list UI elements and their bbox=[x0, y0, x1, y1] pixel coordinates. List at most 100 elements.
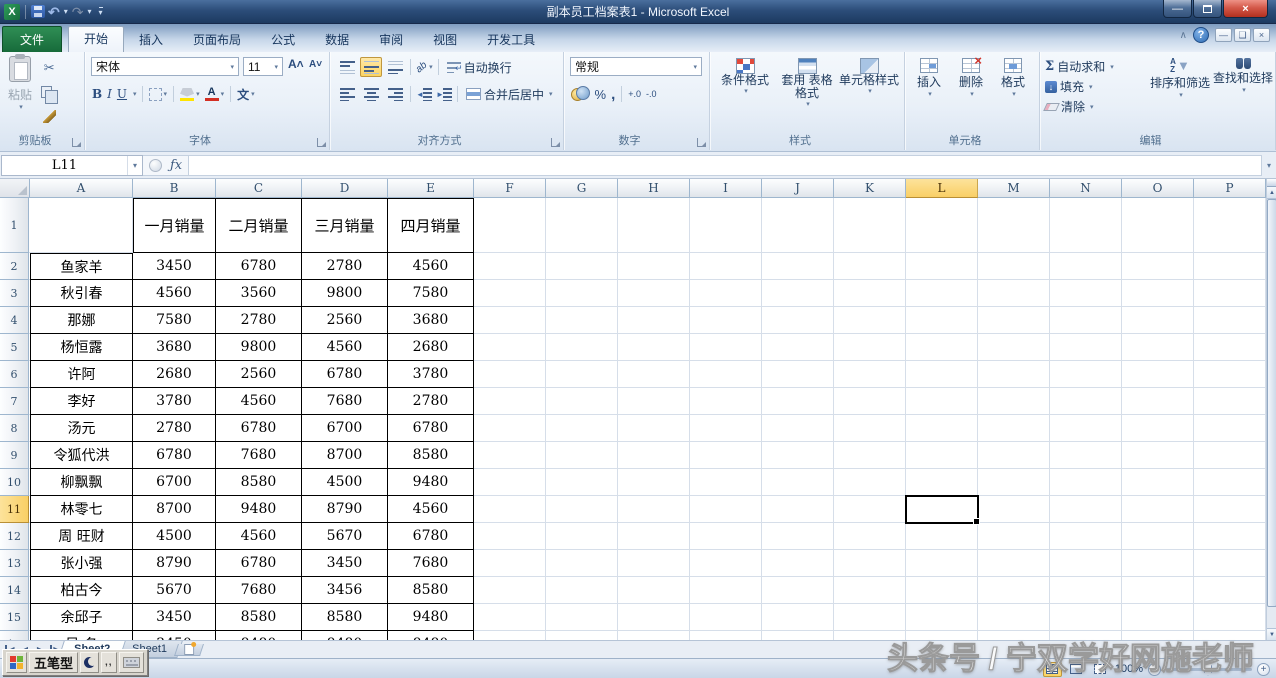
vertical-scroll-thumb[interactable] bbox=[1267, 199, 1276, 607]
save-icon[interactable] bbox=[31, 5, 45, 18]
font-dialog-launcher[interactable] bbox=[317, 138, 326, 147]
workbook-close-button[interactable]: × bbox=[1253, 28, 1270, 42]
increase-decimal-button[interactable]: +.0 bbox=[627, 84, 642, 104]
redo-icon[interactable]: ↷ bbox=[72, 6, 84, 18]
cell-B16[interactable]: 3450 bbox=[133, 631, 216, 640]
cell-D6[interactable]: 6780 bbox=[302, 361, 388, 388]
fill-button[interactable]: ↓ 填充▾ bbox=[1045, 78, 1093, 95]
ime-punctuation-button[interactable]: ,, bbox=[101, 652, 117, 673]
cell-C5[interactable]: 9800 bbox=[216, 334, 302, 361]
cell-E11[interactable]: 4560 bbox=[388, 496, 474, 523]
paste-button[interactable]: 粘贴 ▾ bbox=[3, 56, 37, 134]
cell-B9[interactable]: 6780 bbox=[133, 442, 216, 469]
font-name-select[interactable]: 宋体▾ bbox=[91, 57, 239, 76]
cell-B15[interactable]: 3450 bbox=[133, 604, 216, 631]
cell-B1[interactable]: 一月销量 bbox=[133, 198, 216, 253]
underline-button[interactable]: U bbox=[116, 84, 128, 104]
grow-font-button[interactable]: A˄ bbox=[288, 57, 304, 71]
zoom-slider[interactable] bbox=[1166, 668, 1252, 671]
cell-B10[interactable]: 6700 bbox=[133, 469, 216, 496]
cell-E12[interactable]: 6780 bbox=[388, 523, 474, 550]
cell-D4[interactable]: 2560 bbox=[302, 307, 388, 334]
row-header-15[interactable]: 15 bbox=[0, 604, 29, 631]
cell-C8[interactable]: 6780 bbox=[216, 415, 302, 442]
cell-A5[interactable]: 杨恒露 bbox=[30, 334, 133, 361]
cell-D3[interactable]: 9800 bbox=[302, 280, 388, 307]
scroll-up-icon[interactable]: ▲ bbox=[1267, 187, 1276, 199]
column-header-A[interactable]: A bbox=[30, 179, 133, 198]
column-header-C[interactable]: C bbox=[216, 179, 302, 198]
cell-E15[interactable]: 9480 bbox=[388, 604, 474, 631]
split-handle[interactable] bbox=[1267, 179, 1276, 187]
copy-button[interactable]: ▾ bbox=[40, 82, 59, 102]
cell-C7[interactable]: 4560 bbox=[216, 388, 302, 415]
cell-A12[interactable]: 周 旺财 bbox=[30, 523, 133, 550]
align-middle-button[interactable] bbox=[360, 57, 382, 77]
ime-fullwidth-button[interactable] bbox=[80, 652, 99, 673]
row-header-8[interactable]: 8 bbox=[0, 415, 29, 442]
accounting-format-button[interactable]: ▾ bbox=[570, 84, 591, 104]
cell-E7[interactable]: 2780 bbox=[388, 388, 474, 415]
wrap-text-button[interactable]: 自动换行 bbox=[443, 57, 516, 77]
cell-E5[interactable]: 2680 bbox=[388, 334, 474, 361]
cell-B2[interactable]: 3450 bbox=[133, 253, 216, 280]
row-header-4[interactable]: 4 bbox=[0, 307, 29, 334]
cell-E4[interactable]: 3680 bbox=[388, 307, 474, 334]
help-icon[interactable]: ? bbox=[1193, 27, 1209, 43]
cell-A3[interactable]: 秋引春 bbox=[30, 280, 133, 307]
cell-C12[interactable]: 4560 bbox=[216, 523, 302, 550]
column-header-G[interactable]: G bbox=[546, 179, 618, 198]
cell-E14[interactable]: 8580 bbox=[388, 577, 474, 604]
conditional-formatting-button[interactable]: 条件格式 ▾ bbox=[714, 58, 776, 95]
number-dialog-launcher[interactable] bbox=[697, 138, 706, 147]
column-header-M[interactable]: M bbox=[978, 179, 1050, 198]
cell-D10[interactable]: 4500 bbox=[302, 469, 388, 496]
workbook-minimize-button[interactable]: — bbox=[1215, 28, 1232, 42]
cell-B7[interactable]: 3780 bbox=[133, 388, 216, 415]
shrink-font-button[interactable]: A˅ bbox=[309, 59, 322, 70]
bold-button[interactable]: B bbox=[91, 84, 103, 104]
ribbon-tab-视图[interactable]: 视图 bbox=[418, 28, 472, 52]
delete-cells-button[interactable]: 删除 ▾ bbox=[951, 58, 991, 98]
cell-C1[interactable]: 二月销量 bbox=[216, 198, 302, 253]
cell-A14[interactable]: 柏古今 bbox=[30, 577, 133, 604]
cell-D2[interactable]: 2780 bbox=[302, 253, 388, 280]
cell-C3[interactable]: 3560 bbox=[216, 280, 302, 307]
column-header-E[interactable]: E bbox=[388, 179, 474, 198]
cell-C6[interactable]: 2560 bbox=[216, 361, 302, 388]
ime-keyboard-button[interactable] bbox=[119, 652, 144, 673]
align-bottom-button[interactable] bbox=[384, 57, 406, 77]
cell-C13[interactable]: 6780 bbox=[216, 550, 302, 577]
row-header-1[interactable]: 1 bbox=[0, 198, 29, 253]
cell-A10[interactable]: 柳飘飘 bbox=[30, 469, 133, 496]
undo-icon[interactable]: ↶ bbox=[48, 6, 60, 18]
cell-D7[interactable]: 7680 bbox=[302, 388, 388, 415]
vertical-scrollbar[interactable]: ▲ ▼ bbox=[1266, 179, 1276, 640]
cell-D12[interactable]: 5670 bbox=[302, 523, 388, 550]
cell-A7[interactable]: 李好 bbox=[30, 388, 133, 415]
cell-A11[interactable]: 林零七 bbox=[30, 496, 133, 523]
cell-D8[interactable]: 6700 bbox=[302, 415, 388, 442]
ribbon-tab-文件[interactable]: 文件 bbox=[2, 26, 62, 52]
ribbon-tab-插入[interactable]: 插入 bbox=[124, 28, 178, 52]
cell-A2[interactable]: 鱼家羊 bbox=[30, 253, 133, 280]
excel-app-icon[interactable]: X bbox=[4, 4, 20, 20]
insert-cells-button[interactable]: 插入 ▾ bbox=[909, 58, 949, 98]
ribbon-tab-页面布局[interactable]: 页面布局 bbox=[178, 28, 256, 52]
cell-C14[interactable]: 7680 bbox=[216, 577, 302, 604]
close-button[interactable]: × bbox=[1223, 0, 1268, 18]
column-header-P[interactable]: P bbox=[1194, 179, 1266, 198]
row-header-9[interactable]: 9 bbox=[0, 442, 29, 469]
zoom-out-icon[interactable]: − bbox=[1148, 663, 1161, 676]
page-break-view-button[interactable] bbox=[1091, 662, 1110, 677]
cell-A6[interactable]: 许阿 bbox=[30, 361, 133, 388]
merge-center-button[interactable]: 合并后居中▾ bbox=[462, 84, 557, 104]
clear-button[interactable]: 清除▾ bbox=[1045, 98, 1094, 115]
normal-view-button[interactable] bbox=[1043, 662, 1062, 677]
row-header-5[interactable]: 5 bbox=[0, 334, 29, 361]
cut-button[interactable]: ✂ bbox=[40, 58, 59, 78]
ribbon-tab-公式[interactable]: 公式 bbox=[256, 28, 310, 52]
align-right-button[interactable] bbox=[384, 84, 406, 104]
align-center-button[interactable] bbox=[360, 84, 382, 104]
cell-C9[interactable]: 7680 bbox=[216, 442, 302, 469]
